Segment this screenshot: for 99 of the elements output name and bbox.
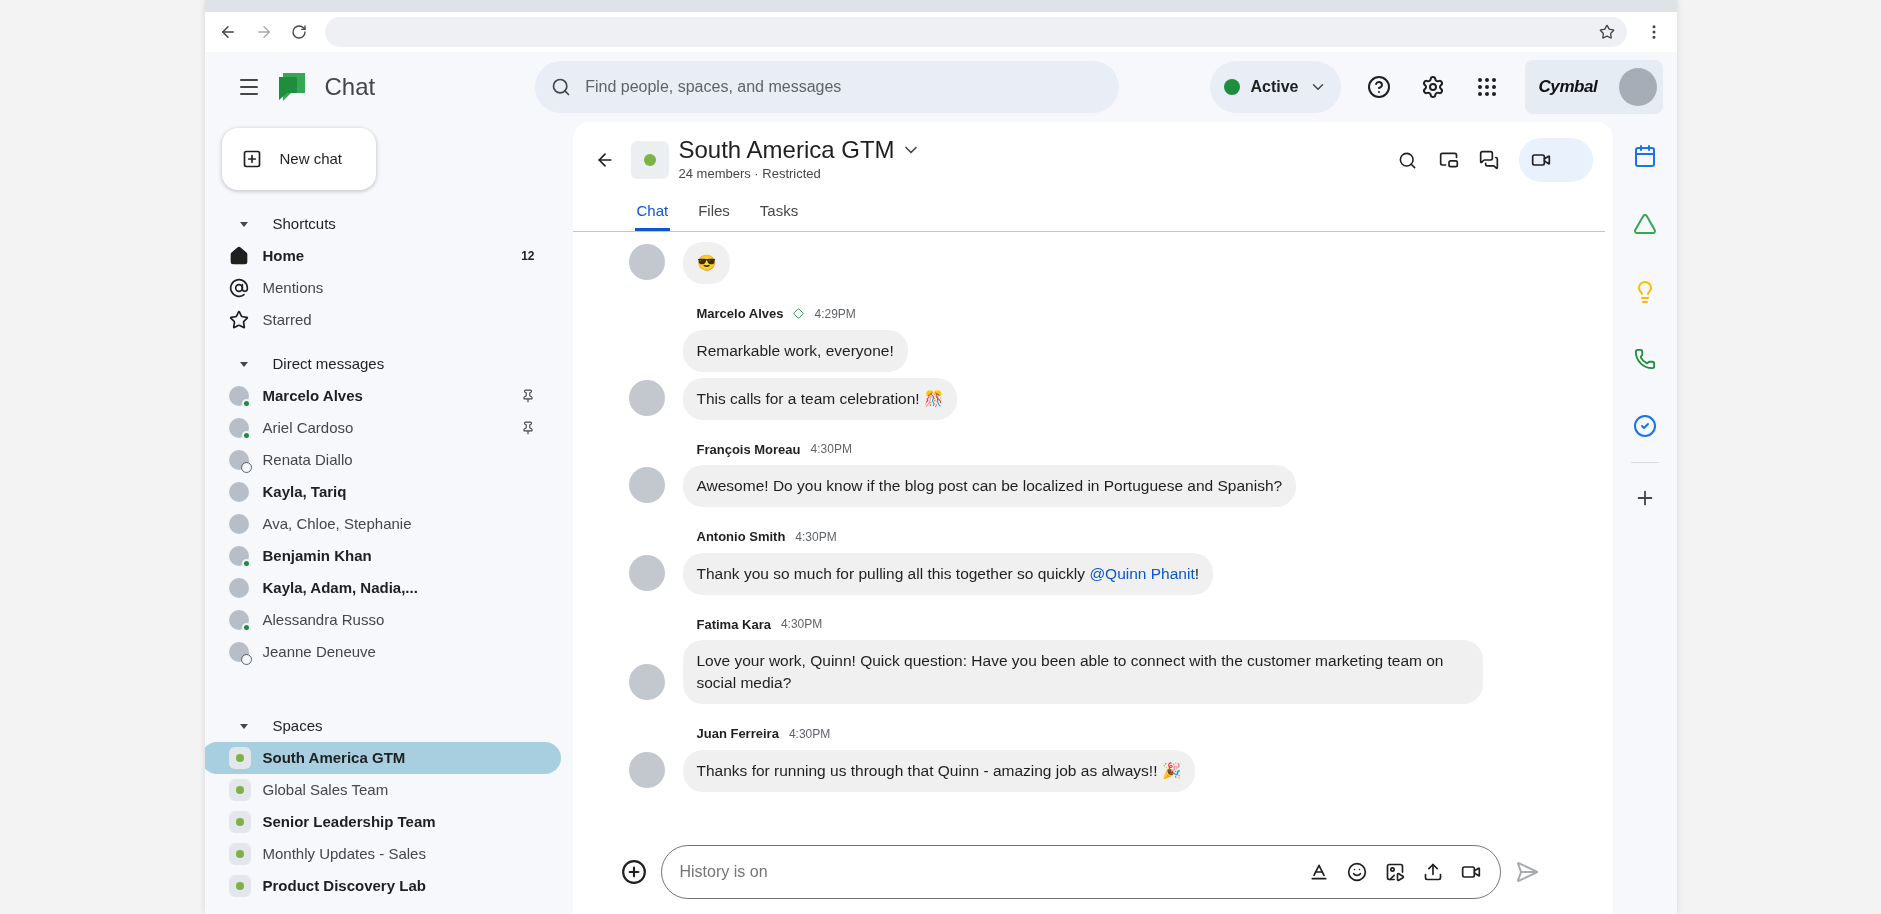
help-icon[interactable] xyxy=(1366,75,1391,99)
avatar xyxy=(628,664,665,700)
message-input[interactable]: History is on xyxy=(660,845,1501,899)
author-name: Antonio Smith xyxy=(696,528,786,546)
status-button[interactable]: Active xyxy=(1210,61,1341,113)
caret-icon[interactable] xyxy=(238,721,249,731)
space-icon xyxy=(228,875,251,897)
diamond-icon xyxy=(793,308,805,320)
avatar xyxy=(228,418,249,438)
avatar xyxy=(628,244,665,280)
sidebar-item[interactable]: Alessandra Russo xyxy=(204,604,561,636)
message-time: 4:30PM xyxy=(788,725,831,743)
sidebar-item[interactable]: Renata Diallo xyxy=(204,444,561,476)
avatar xyxy=(628,554,665,591)
sidebar-item[interactable]: Jeanne Deneuve xyxy=(204,636,561,668)
space-icon xyxy=(228,811,251,833)
tab[interactable]: Files xyxy=(696,199,732,231)
search-icon xyxy=(551,77,572,97)
phone-icon[interactable] xyxy=(1633,348,1656,370)
home-icon xyxy=(228,246,249,266)
sidebar-item[interactable]: Global Sales Team xyxy=(204,774,561,806)
new-chat-button[interactable]: New chat xyxy=(221,128,376,190)
sidebar-item[interactable]: Ariel Cardoso xyxy=(204,412,561,444)
sidebar-item[interactable]: Product Discovery Lab xyxy=(204,870,561,902)
settings-icon[interactable] xyxy=(1420,75,1445,99)
caret-icon[interactable] xyxy=(238,219,249,229)
gif-icon[interactable] xyxy=(1384,862,1405,882)
pin-icon[interactable] xyxy=(520,421,535,435)
message-bubble: Thank you so much for pulling all this together so quickly @Quinn Phanit! xyxy=(682,552,1214,595)
avatar xyxy=(228,610,249,630)
space-icon xyxy=(228,779,251,801)
message-bubble: Awesome! Do you know if the blog post can be localized in Portuguese and Spanish? xyxy=(682,465,1297,507)
avatar xyxy=(1618,68,1657,106)
sidebar-item[interactable]: Kayla, Adam, Nadia,... xyxy=(204,572,561,604)
author-name: Marcelo Alves xyxy=(696,305,784,323)
section-title: Shortcuts xyxy=(272,213,336,234)
message-time: 4:30PM xyxy=(810,441,852,459)
message-bubble: Love your work, Quinn! Quick question: Have you been able to connect with the customer marketing team on social media? xyxy=(682,640,1483,704)
app-name: Chat xyxy=(324,72,376,102)
sidebar-item[interactable]: Ava, Chloe, Stephanie xyxy=(204,508,561,540)
add-icon[interactable] xyxy=(620,859,647,885)
author-name: Fatima Kara xyxy=(696,615,771,634)
message-bubble: This calls for a team celebration! 🎊 xyxy=(682,377,957,420)
message-time: 4:29PM xyxy=(814,305,856,323)
reload-icon[interactable] xyxy=(290,24,307,40)
sidebar-item[interactable]: Monthly Updates - Sales xyxy=(204,838,561,870)
avatar xyxy=(628,751,665,788)
space-icon xyxy=(630,141,669,179)
message-bubble: 😎 xyxy=(682,242,730,284)
check-circle-icon[interactable] xyxy=(1632,414,1657,438)
avatar xyxy=(228,482,249,502)
account-box[interactable]: Cymbal xyxy=(1524,60,1663,114)
section-title: Direct messages xyxy=(272,353,385,374)
author-name: Juan Ferreira xyxy=(696,725,779,743)
author-name: François Moreau xyxy=(696,440,801,459)
space-icon xyxy=(228,843,251,865)
avatar xyxy=(628,379,665,416)
space-icon xyxy=(228,747,251,769)
chat-title: South America GTM xyxy=(678,136,895,165)
threads-icon[interactable] xyxy=(1478,150,1499,170)
unread-count: 12 xyxy=(521,248,535,265)
sidebar-item[interactable]: Marcelo Alves xyxy=(204,380,561,412)
message-bubble: Remarkable work, everyone! xyxy=(682,329,908,372)
avatar xyxy=(228,386,249,406)
picture-in-picture-icon[interactable] xyxy=(1438,150,1459,170)
tab[interactable]: Tasks xyxy=(757,199,801,231)
message-bubble: Thanks for running us through that Quinn - amazing job as always!! 🎉 xyxy=(682,749,1195,792)
avatar xyxy=(228,642,249,662)
star-icon xyxy=(228,310,249,330)
chat-subtitle: 24 members · Restricted xyxy=(678,165,822,184)
sidebar-item[interactable]: Senior Leadership Team xyxy=(204,806,561,838)
sidebar-item[interactable]: Starred xyxy=(204,304,561,336)
avatar xyxy=(228,546,249,566)
message-time: 4:30PM xyxy=(795,528,837,546)
sidebar-item[interactable]: Benjamin Khan xyxy=(204,540,561,572)
sidebar-item[interactable]: South America GTM xyxy=(204,742,561,774)
mention-link[interactable]: @Quinn Phanit xyxy=(1089,564,1195,582)
avatar xyxy=(228,578,249,598)
avatar xyxy=(628,467,665,503)
calendar-icon[interactable] xyxy=(1632,144,1657,168)
pin-icon[interactable] xyxy=(520,389,535,403)
caret-icon[interactable] xyxy=(238,359,249,369)
at-sign-icon xyxy=(228,278,249,298)
search-icon[interactable] xyxy=(1397,150,1417,170)
avatar xyxy=(228,514,249,534)
section-title: Spaces xyxy=(272,715,323,736)
new-chat-icon xyxy=(241,149,262,169)
avatar xyxy=(228,450,249,470)
tab[interactable]: Chat xyxy=(634,199,671,231)
upload-icon[interactable] xyxy=(1422,862,1443,882)
message-time: 4:30PM xyxy=(780,616,823,634)
sidebar-item[interactable]: Kayla, Tariq xyxy=(204,476,561,508)
triangle-icon[interactable] xyxy=(1632,212,1657,236)
sidebar-item[interactable]: Mentions xyxy=(204,272,561,304)
sidebar-item[interactable]: Home 12 xyxy=(204,240,561,272)
video-call-button[interactable] xyxy=(1518,138,1593,182)
emoji-icon[interactable] xyxy=(1346,862,1367,882)
search-field[interactable]: Find people, spaces, and messages xyxy=(535,61,1120,113)
bookmark-star-icon[interactable] xyxy=(1598,24,1615,40)
